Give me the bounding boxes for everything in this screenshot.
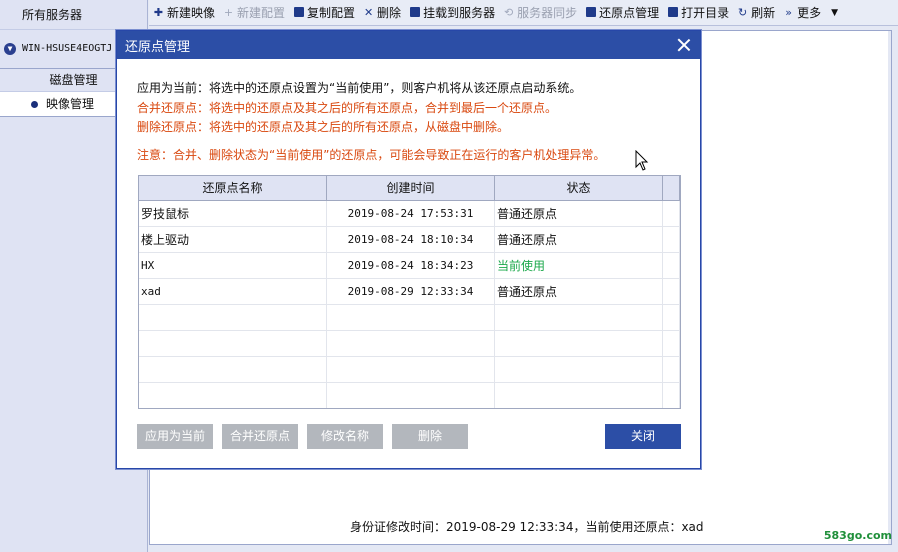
open-directory-label: 打开目录 [681, 6, 730, 20]
new-image-label: 新建映像 [167, 6, 216, 20]
dialog-close-icon[interactable] [676, 37, 692, 53]
open-directory-button[interactable]: 打开目录 [667, 4, 729, 21]
dialog-title-bar[interactable]: 还原点管理 [117, 31, 700, 59]
refresh-label: 刷新 [751, 6, 776, 20]
restore-point-management-label: 还原点管理 [599, 6, 660, 20]
delete-label: 删除 [377, 6, 402, 20]
close-icon: ✕ [363, 6, 374, 19]
cell-time: 2019-08-24 18:34:23 [327, 253, 495, 278]
col-header-status[interactable]: 状态 [495, 176, 663, 200]
sync-icon: ⟲ [503, 6, 514, 19]
all-servers-header[interactable]: 所有服务器 [0, 0, 147, 30]
table-row[interactable]: 罗技鼠标 2019-08-24 17:53:31 普通还原点 [139, 201, 680, 227]
chevron-down-icon[interactable]: ▼ [4, 43, 16, 55]
warning-text: 注意：合并、删除状态为“当前使用”的还原点，可能会导致正在运行的客户机处理异常。 [137, 148, 606, 162]
new-config-label: 新建配置 [237, 6, 286, 20]
cell-time: 2019-08-29 12:33:34 [327, 279, 495, 304]
close-button[interactable]: 关闭 [605, 424, 681, 449]
delete-restore-point-button[interactable]: 删除 [392, 424, 468, 449]
cell-status: 普通还原点 [495, 279, 663, 304]
server-sync-label: 服务器同步 [517, 6, 578, 20]
refresh-button[interactable]: ↻ 刷新 [737, 4, 775, 21]
status-text: 身份证修改时间：2019-08-29 12:33:34，当前使用还原点：xad [350, 520, 704, 534]
table-row-empty [139, 331, 680, 357]
restore-icon [585, 7, 596, 18]
server-name: WIN-HSUSE4EOGTJ [22, 43, 113, 54]
watermark: 583go.com [823, 529, 892, 542]
mount-icon [409, 7, 420, 18]
delete-button[interactable]: ✕ 删除 [363, 4, 401, 21]
copy-config-button[interactable]: 复制配置 [293, 4, 355, 21]
cell-name: 楼上驱动 [139, 227, 327, 252]
apply-as-current-button[interactable]: 应用为当前 [137, 424, 213, 449]
toolbar: ✚ 新建映像 + 新建配置 复制配置 ✕ 删除 挂载到服务器 ⟲ 服务器同步 还… [149, 0, 898, 26]
table-row-empty [139, 383, 680, 408]
table-row[interactable]: xad 2019-08-29 12:33:34 普通还原点 [139, 279, 680, 305]
mouse-cursor-icon [635, 150, 649, 171]
restore-point-dialog: 还原点管理 应用为当前：将选中的还原点设置为“当前使用”，则客户机将从该还原点启… [116, 30, 701, 469]
more-icon: » [785, 6, 792, 19]
table-row[interactable]: 楼上驱动 2019-08-24 18:10:34 普通还原点 [139, 227, 680, 253]
cell-name: HX [139, 253, 327, 278]
nav-image-management-label: 映像管理 [46, 97, 95, 111]
copy-config-label: 复制配置 [307, 6, 356, 20]
more-button[interactable]: » 更多 ▼ [783, 4, 838, 21]
new-image-button[interactable]: ✚ 新建映像 [153, 4, 215, 21]
desc-merge: 合并还原点：将选中的还原点及其之后的所有还原点，合并到最后一个还原点。 [137, 101, 558, 115]
cell-status: 普通还原点 [495, 227, 663, 252]
folder-icon [667, 7, 678, 18]
new-image-icon: ✚ [153, 6, 164, 19]
cell-status: 普通还原点 [495, 201, 663, 226]
restore-point-management-button[interactable]: 还原点管理 [585, 4, 659, 21]
col-header-name[interactable]: 还原点名称 [139, 176, 327, 200]
refresh-icon: ↻ [738, 6, 748, 19]
merge-restore-point-button[interactable]: 合并还原点 [222, 424, 298, 449]
cell-name: 罗技鼠标 [139, 201, 327, 226]
col-header-time[interactable]: 创建时间 [327, 176, 495, 200]
mount-server-button[interactable]: 挂载到服务器 [409, 4, 495, 21]
more-label: 更多 [797, 6, 822, 20]
copy-icon [293, 7, 304, 18]
cell-time: 2019-08-24 17:53:31 [327, 201, 495, 226]
rename-button[interactable]: 修改名称 [307, 424, 383, 449]
restore-point-table: 还原点名称 创建时间 状态 罗技鼠标 2019-08-24 17:53:31 普… [138, 175, 681, 409]
dropdown-arrow-icon: ▼ [831, 7, 839, 18]
plus-icon: + [223, 6, 234, 19]
table-row-empty [139, 357, 680, 383]
table-row-empty [139, 305, 680, 331]
cell-status-current: 当前使用 [495, 253, 663, 278]
mount-server-label: 挂载到服务器 [423, 6, 496, 20]
col-header-spacer [663, 176, 680, 200]
scrollbar[interactable] [888, 31, 891, 544]
dialog-title: 还原点管理 [125, 39, 191, 55]
server-sync-button[interactable]: ⟲ 服务器同步 [503, 4, 577, 21]
new-config-button[interactable]: + 新建配置 [223, 4, 285, 21]
cell-time: 2019-08-24 18:10:34 [327, 227, 495, 252]
table-row[interactable]: HX 2019-08-24 18:34:23 当前使用 [139, 253, 680, 279]
desc-delete: 删除还原点：将选中的还原点及其之后的所有还原点，从磁盘中删除。 [137, 120, 510, 134]
cell-name: xad [139, 279, 327, 304]
selected-dot-icon [31, 101, 38, 108]
server-node[interactable]: ▼ WIN-HSUSE4EOGTJ [4, 36, 112, 62]
desc-apply: 应用为当前：将选中的还原点设置为“当前使用”，则客户机将从该还原点启动系统。 [137, 81, 582, 95]
table-header: 还原点名称 创建时间 状态 [139, 176, 680, 201]
